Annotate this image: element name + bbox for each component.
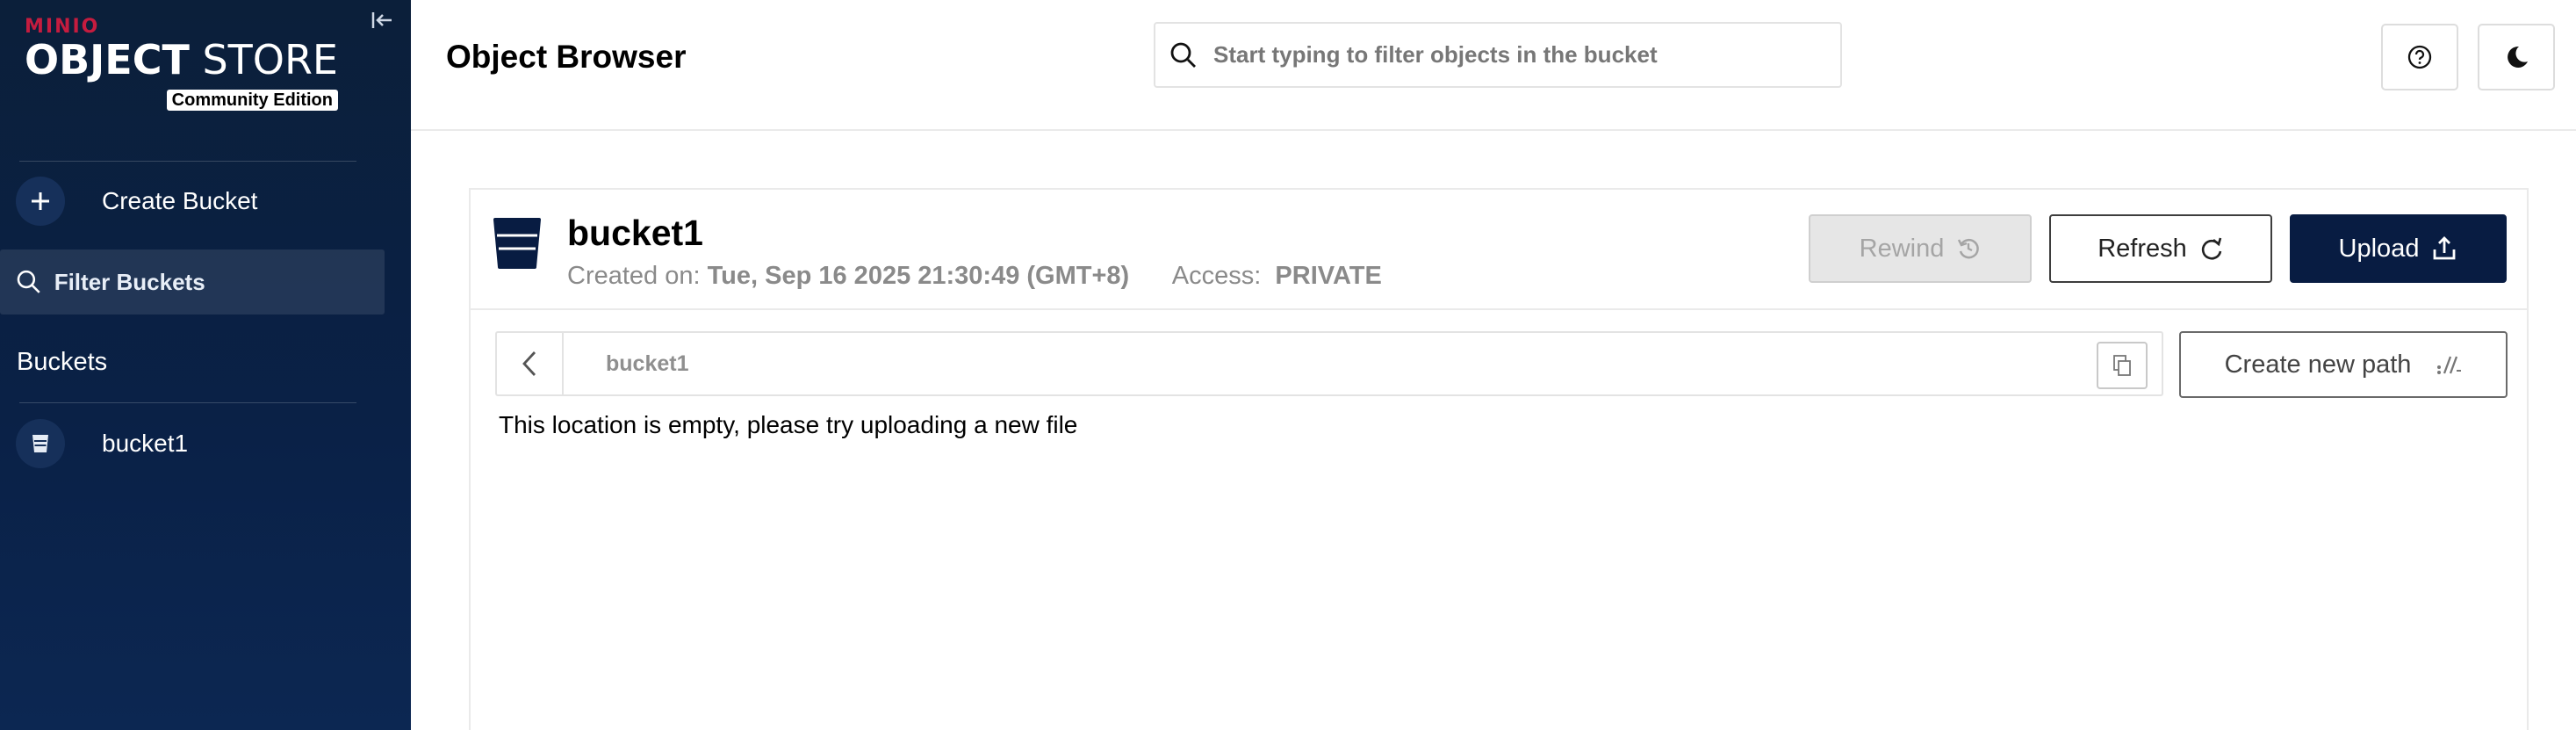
- rewind-icon: [1958, 238, 1980, 259]
- brand-logo: MINIO OBJECT STORE Community Edition: [25, 16, 338, 111]
- search-icon: [17, 270, 40, 293]
- chevron-left-icon: [522, 351, 536, 376]
- page-title: Object Browser: [446, 39, 687, 75]
- upload-button[interactable]: Upload: [2290, 214, 2507, 283]
- breadcrumb-path: bucket1: [606, 351, 689, 376]
- bucket-header: bucket1 Created on: Tue, Sep 16 2025 21:…: [471, 190, 2527, 310]
- sidebar-item-bucket1[interactable]: bucket1: [16, 416, 385, 471]
- brand-minio-text: MINIO: [25, 16, 100, 38]
- empty-state-message: This location is empty, please try uploa…: [499, 411, 1078, 438]
- brand-title-rest: STORE: [189, 36, 338, 83]
- object-search-field[interactable]: [1154, 22, 1842, 88]
- help-button[interactable]: [2381, 24, 2458, 90]
- create-new-path-label: Create new path: [2224, 350, 2412, 379]
- collapse-sidebar-button[interactable]: [367, 7, 397, 33]
- back-button[interactable]: [497, 333, 564, 394]
- new-path-icon: [2437, 356, 2462, 374]
- bucket-name: bucket1: [567, 213, 703, 253]
- copy-icon: [2113, 355, 2131, 376]
- moon-icon: [2508, 46, 2528, 68]
- bucket-panel: bucket1 Created on: Tue, Sep 16 2025 21:…: [469, 188, 2529, 730]
- sidebar-divider: [19, 161, 356, 162]
- created-label: Created on:: [567, 262, 701, 290]
- create-bucket-label: Create Bucket: [102, 187, 258, 214]
- sidebar: MINIO OBJECT STORE Community Edition Cre…: [0, 0, 411, 730]
- rewind-label: Rewind: [1859, 234, 1945, 263]
- bucket-icon: [16, 419, 65, 468]
- create-new-path-button[interactable]: Create new path: [2179, 331, 2508, 398]
- upload-icon: [2434, 236, 2456, 260]
- breadcrumb: bucket1: [495, 331, 2163, 396]
- filter-buckets-field[interactable]: [0, 249, 385, 314]
- refresh-button[interactable]: Refresh: [2049, 214, 2272, 283]
- bucket-meta: Created on: Tue, Sep 16 2025 21:30:49 (G…: [567, 262, 1382, 291]
- created-value: Tue, Sep 16 2025 21:30:49 (GMT+8): [707, 262, 1130, 290]
- brand-title-bold: OBJECT: [25, 36, 190, 83]
- collapse-sidebar-icon: [371, 12, 392, 28]
- theme-toggle-button[interactable]: [2478, 24, 2555, 90]
- sidebar-item-label: bucket1: [102, 430, 189, 457]
- access-label: Access:: [1171, 262, 1262, 290]
- brand-title: OBJECT STORE: [25, 37, 338, 83]
- create-bucket-button[interactable]: Create Bucket: [16, 176, 385, 227]
- buckets-heading: Buckets: [17, 348, 108, 376]
- help-icon: [2407, 45, 2432, 69]
- copy-path-button[interactable]: [2097, 342, 2148, 389]
- edition-badge: Community Edition: [166, 90, 338, 111]
- search-icon: [1170, 42, 1196, 68]
- refresh-icon: [2201, 237, 2222, 260]
- refresh-label: Refresh: [2097, 234, 2187, 263]
- top-header: Object Browser: [411, 0, 2576, 131]
- plus-icon: [16, 177, 65, 226]
- object-search-input[interactable]: [1213, 41, 1828, 69]
- bucket-icon: [492, 216, 543, 275]
- upload-label: Upload: [2338, 234, 2420, 263]
- sidebar-divider: [19, 402, 356, 403]
- filter-buckets-input[interactable]: [54, 268, 385, 296]
- rewind-button[interactable]: Rewind: [1809, 214, 2032, 283]
- access-value: PRIVATE: [1275, 262, 1382, 290]
